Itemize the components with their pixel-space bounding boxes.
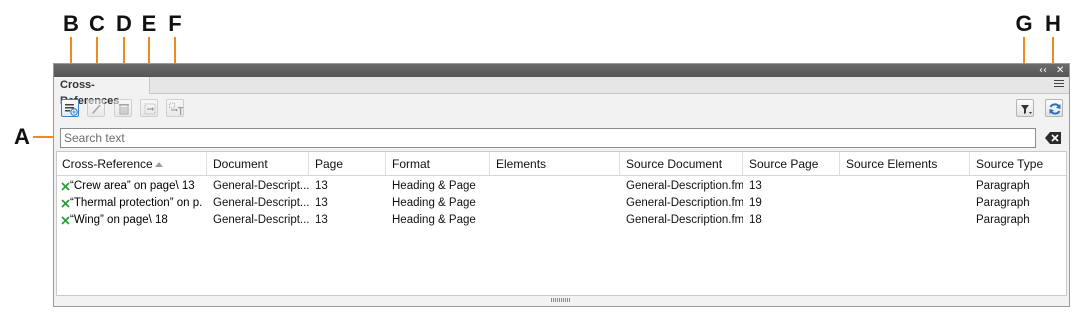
cell-source-document: General-Description.fm (626, 197, 743, 209)
insert-xref-button[interactable] (61, 99, 79, 117)
insert-xref-icon (65, 104, 78, 116)
cell-source-type: Paragraph (976, 214, 1030, 226)
cell-page: 13 (315, 197, 328, 209)
cell-source-page: 13 (749, 180, 762, 192)
filter-button[interactable] (1016, 99, 1034, 117)
cell-source-type: Paragraph (976, 197, 1030, 209)
edit-xref-button[interactable] (87, 99, 105, 117)
cell-document: General-Descript... (213, 214, 309, 226)
delete-xref-button[interactable] (114, 99, 132, 117)
refresh-icon (1049, 103, 1061, 115)
panel-topbar: ‹‹ ✕ (54, 64, 1069, 77)
table-header: Cross-Reference Document Page Format Ele… (57, 152, 1066, 176)
xref-resolved-icon (61, 182, 70, 191)
column-header-format[interactable]: Format (387, 152, 490, 176)
cell-page: 13 (315, 214, 328, 226)
cell-source-elements (841, 195, 970, 212)
cell-page: 13 (315, 180, 328, 192)
table-row[interactable]: “Thermal protection” on p... General-Des… (57, 195, 1066, 212)
search-input[interactable] (60, 128, 1036, 148)
cell-source-page: 19 (749, 197, 762, 209)
toolbar (54, 95, 1069, 123)
close-panel-button[interactable]: ✕ (1056, 64, 1064, 77)
cell-source-elements (841, 212, 970, 229)
xref-resolved-icon (61, 199, 70, 208)
cell-format: Heading & Page (392, 197, 476, 209)
cell-format: Heading & Page (392, 180, 476, 192)
table-row[interactable]: “Crew area” on page\ 13 General-Descript… (57, 178, 1066, 195)
cell-source-elements (841, 178, 970, 195)
cross-references-panel: ‹‹ ✕ Cross-References (53, 63, 1070, 307)
column-header-source-page[interactable]: Source Page (744, 152, 840, 176)
column-header-source-type[interactable]: Source Type (971, 152, 1067, 176)
column-header-source-elements[interactable]: Source Elements (841, 152, 970, 176)
callout-e: E (141, 11, 157, 36)
table-row[interactable]: “Wing” on page\ 18 General-Descript... 1… (57, 212, 1066, 229)
go-to-xref-button[interactable] (166, 99, 184, 117)
go-to-source-button[interactable] (140, 99, 158, 117)
refresh-button[interactable] (1045, 99, 1063, 117)
cell-document: General-Descript... (213, 197, 309, 209)
cell-cross-reference: “Crew area” on page\ 13 (70, 180, 195, 192)
clear-search-icon (1045, 132, 1061, 144)
column-header-cross-reference[interactable]: Cross-Reference (57, 152, 207, 176)
panel-menu-icon[interactable] (1054, 80, 1064, 90)
cell-cross-reference: “Thermal protection” on p... (70, 197, 202, 209)
cell-elements (491, 178, 620, 195)
edit-xref-icon (92, 104, 101, 114)
column-header-source-document[interactable]: Source Document (621, 152, 743, 176)
cell-source-page: 18 (749, 214, 762, 226)
cell-document: General-Descript... (213, 180, 309, 192)
cell-elements (491, 195, 620, 212)
column-header-elements[interactable]: Elements (491, 152, 620, 176)
callout-b: B (63, 11, 79, 36)
callout-c: C (89, 11, 105, 36)
cell-format: Heading & Page (392, 214, 476, 226)
column-header-page[interactable]: Page (310, 152, 386, 176)
panel-tab-row: Cross-References (54, 77, 1069, 107)
collapse-panel-button[interactable]: ‹‹ (1039, 64, 1047, 77)
cell-elements (491, 212, 620, 229)
panel-resize-grip[interactable] (551, 298, 571, 302)
cell-source-document: General-Description.fm (626, 180, 743, 192)
callout-h: H (1045, 11, 1061, 36)
column-header-document[interactable]: Document (208, 152, 309, 176)
search-row (54, 126, 1069, 148)
callout-g: G (1015, 11, 1033, 36)
cell-source-type: Paragraph (976, 180, 1030, 192)
cross-references-table: Cross-Reference Document Page Format Ele… (56, 151, 1067, 296)
callout-f: F (168, 11, 182, 36)
xref-resolved-icon (61, 216, 70, 225)
cell-source-document: General-Description.fm (626, 214, 743, 226)
tab-cross-references[interactable]: Cross-References (54, 77, 150, 107)
go-to-source-icon (144, 103, 156, 115)
delete-xref-icon (119, 104, 129, 115)
clear-search-button[interactable] (1044, 130, 1062, 146)
sort-ascending-icon (155, 162, 163, 167)
filter-icon (1021, 105, 1032, 114)
go-to-xref-icon (169, 102, 183, 115)
callout-d: D (116, 11, 132, 36)
callout-a: A (14, 124, 30, 149)
cell-cross-reference: “Wing” on page\ 18 (70, 214, 168, 226)
